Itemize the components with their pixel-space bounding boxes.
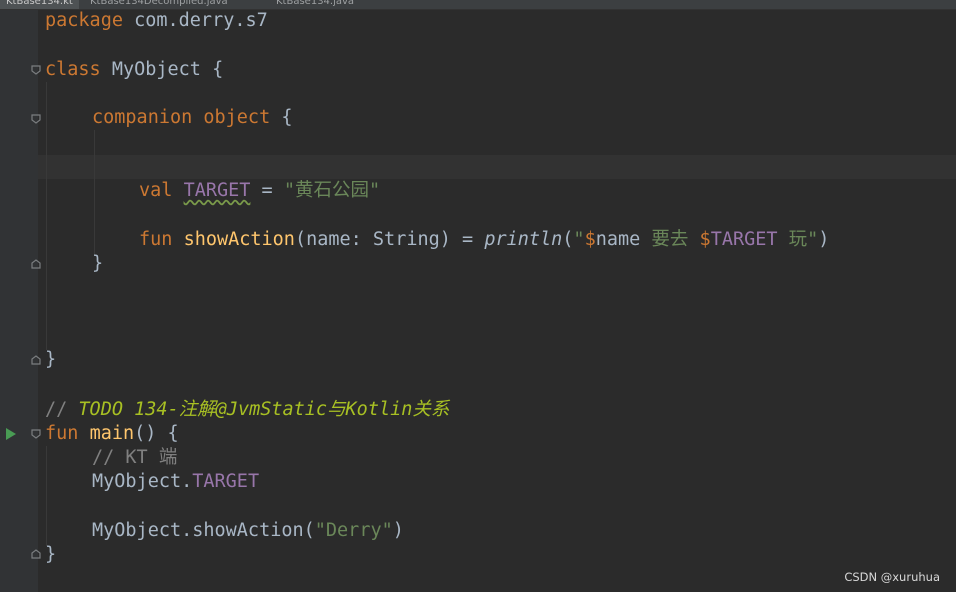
paren: ( (562, 229, 574, 250)
tab-ktbase134-java[interactable]: KtBase134.java (270, 0, 360, 9)
fold-close-icon[interactable] (31, 259, 41, 269)
keyword: val (139, 180, 173, 201)
fold-open-icon[interactable] (31, 429, 41, 439)
todo-comment: TODO 134-注解@JvmStatic与Kotlin关系 (78, 399, 450, 420)
code-line-class[interactable]: class MyObject { (45, 58, 223, 82)
template-dollar: $ (699, 229, 711, 250)
string-literal: "黄石公园" (283, 180, 381, 201)
println-call: println (484, 229, 563, 250)
brace: } (92, 253, 104, 274)
keyword: fun (139, 229, 173, 250)
tab-ktbase134-decompiled[interactable]: KtBase134Decompiled.java (84, 0, 234, 9)
indent-guide (46, 82, 47, 350)
string-quote: " (573, 229, 585, 250)
comment-slashes: // (45, 399, 79, 420)
fold-close-icon[interactable] (31, 549, 41, 559)
string-part: 玩" (777, 229, 819, 250)
property-target: TARGET (183, 180, 251, 201)
paren: ) (392, 520, 404, 541)
keyword: class (45, 59, 101, 80)
run-gutter-icon[interactable] (5, 427, 17, 441)
code-line-val-target[interactable]: val TARGET = "黄石公园" (139, 179, 380, 203)
code-line-brace[interactable]: } (92, 252, 103, 276)
brace: () { (134, 423, 179, 444)
code-line-showaction[interactable]: fun showAction(name: String) = println("… (139, 228, 829, 252)
comment: // KT 端 (92, 447, 178, 468)
fold-open-icon[interactable] (31, 65, 41, 75)
brace: } (45, 349, 57, 370)
code-line-package[interactable]: package com.derry.s7 (45, 9, 268, 33)
editor-gutter (0, 10, 38, 592)
code-line-call-showaction[interactable]: MyObject.showAction("Derry") (92, 519, 404, 543)
code-line-companion[interactable]: companion object { (92, 106, 293, 130)
indent-guide (94, 130, 95, 255)
object-call: MyObject.showAction( (92, 520, 315, 541)
indent-guide (46, 446, 47, 546)
code-line-brace[interactable]: } (45, 348, 56, 372)
keyword: fun (45, 423, 79, 444)
class-name: MyObject { (100, 59, 224, 80)
code-line-main[interactable]: fun main() { (45, 422, 179, 446)
template-var: TARGET (710, 229, 778, 250)
code-line-access-target[interactable]: MyObject.TARGET (92, 470, 259, 494)
object-ref: MyObject. (92, 471, 193, 492)
brace: } (45, 544, 57, 565)
current-line-highlight (38, 155, 956, 179)
property-target: TARGET (192, 471, 260, 492)
keyword: package (45, 10, 123, 31)
fold-open-icon[interactable] (31, 114, 41, 124)
function-name: main (89, 423, 135, 444)
paren: ) (818, 229, 830, 250)
code-line-brace[interactable]: } (45, 543, 56, 567)
template-dollar: $ (584, 229, 596, 250)
code-line-comment[interactable]: // KT 端 (92, 446, 177, 470)
string-literal: "Derry" (314, 520, 393, 541)
code-line-todo-comment[interactable]: // TODO 134-注解@JvmStatic与Kotlin关系 (45, 398, 449, 422)
operator: = (250, 180, 284, 201)
brace: { (270, 107, 293, 128)
keyword: companion object (92, 107, 271, 128)
template-var: name (595, 229, 641, 250)
watermark: CSDN @xuruhua (844, 570, 940, 584)
fold-close-icon[interactable] (31, 355, 41, 365)
parameters: (name: String) = (294, 229, 485, 250)
package-name: com.derry.s7 (122, 10, 268, 31)
function-name: showAction (183, 229, 295, 250)
string-part: 要去 (640, 229, 700, 250)
